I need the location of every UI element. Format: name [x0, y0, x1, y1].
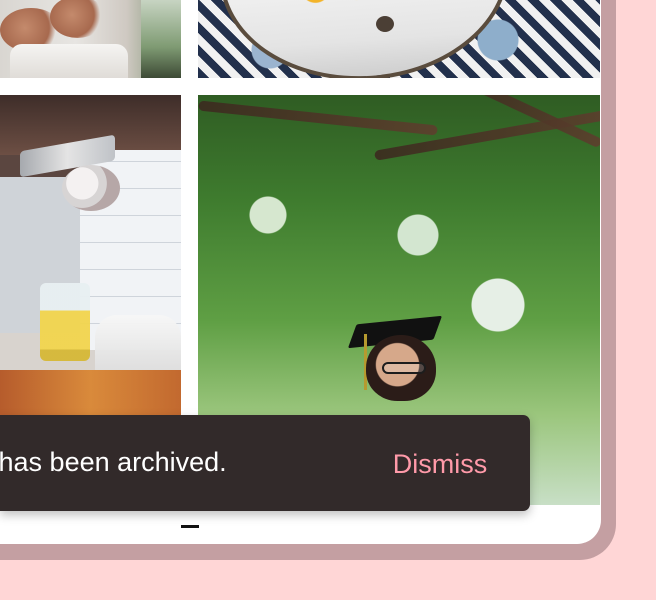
- dismiss-button[interactable]: Dismiss: [374, 443, 506, 485]
- shirt-collar: [10, 44, 128, 78]
- hand: [50, 0, 105, 38]
- bowl-bolt: [376, 16, 394, 32]
- snackbar: o has been archived. Dismiss: [0, 415, 530, 511]
- snackbar-message: o has been archived.: [0, 447, 227, 477]
- juice-glass: [40, 283, 90, 361]
- window-background: [141, 0, 181, 78]
- serving-bowl: [218, 0, 517, 78]
- app-screen: o has been archived. Dismiss: [0, 0, 656, 600]
- tree-branch: [373, 109, 600, 161]
- gallery-tile-tablecloth[interactable]: [198, 0, 600, 78]
- tree-branch: [198, 100, 438, 136]
- divider-mark: [181, 525, 199, 528]
- gallery-tile-shirt[interactable]: [0, 0, 181, 78]
- chips: [278, 0, 461, 14]
- paper-towel-roll: [62, 165, 120, 211]
- glasses: [382, 362, 426, 374]
